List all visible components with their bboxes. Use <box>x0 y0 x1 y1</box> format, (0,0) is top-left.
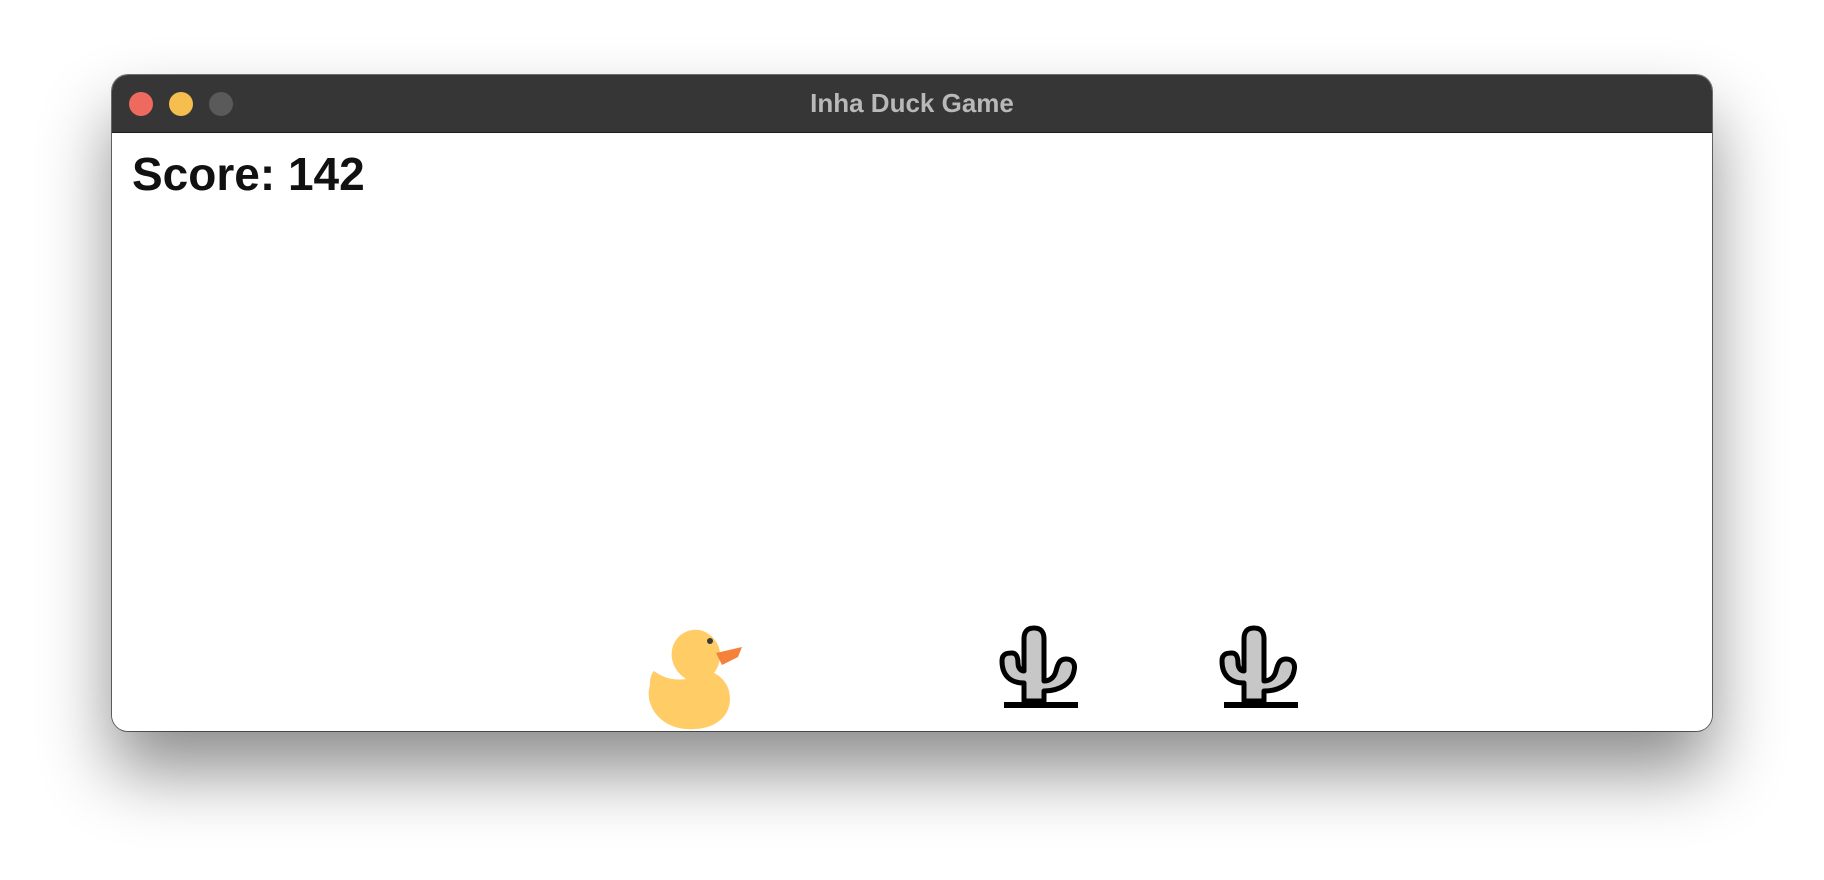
duck-icon <box>648 629 742 730</box>
score-label: Score: 142 <box>132 148 365 200</box>
cactus-body <box>999 625 1077 704</box>
window-title: Inha Duck Game <box>810 88 1014 118</box>
cactus-icon <box>1219 625 1298 708</box>
duck-eye <box>707 638 713 644</box>
cactus-body <box>1219 625 1297 704</box>
app-window: Inha Duck Game Score: 142 <box>112 75 1712 731</box>
cactus-icon <box>999 625 1078 708</box>
title-bar[interactable]: Inha Duck Game <box>112 75 1712 133</box>
game-canvas[interactable]: Score: 142 <box>112 133 1712 731</box>
duck-body <box>648 629 730 730</box>
duck-beak <box>716 647 742 665</box>
desktop-background: Inha Duck Game Score: 142 <box>0 0 1824 880</box>
